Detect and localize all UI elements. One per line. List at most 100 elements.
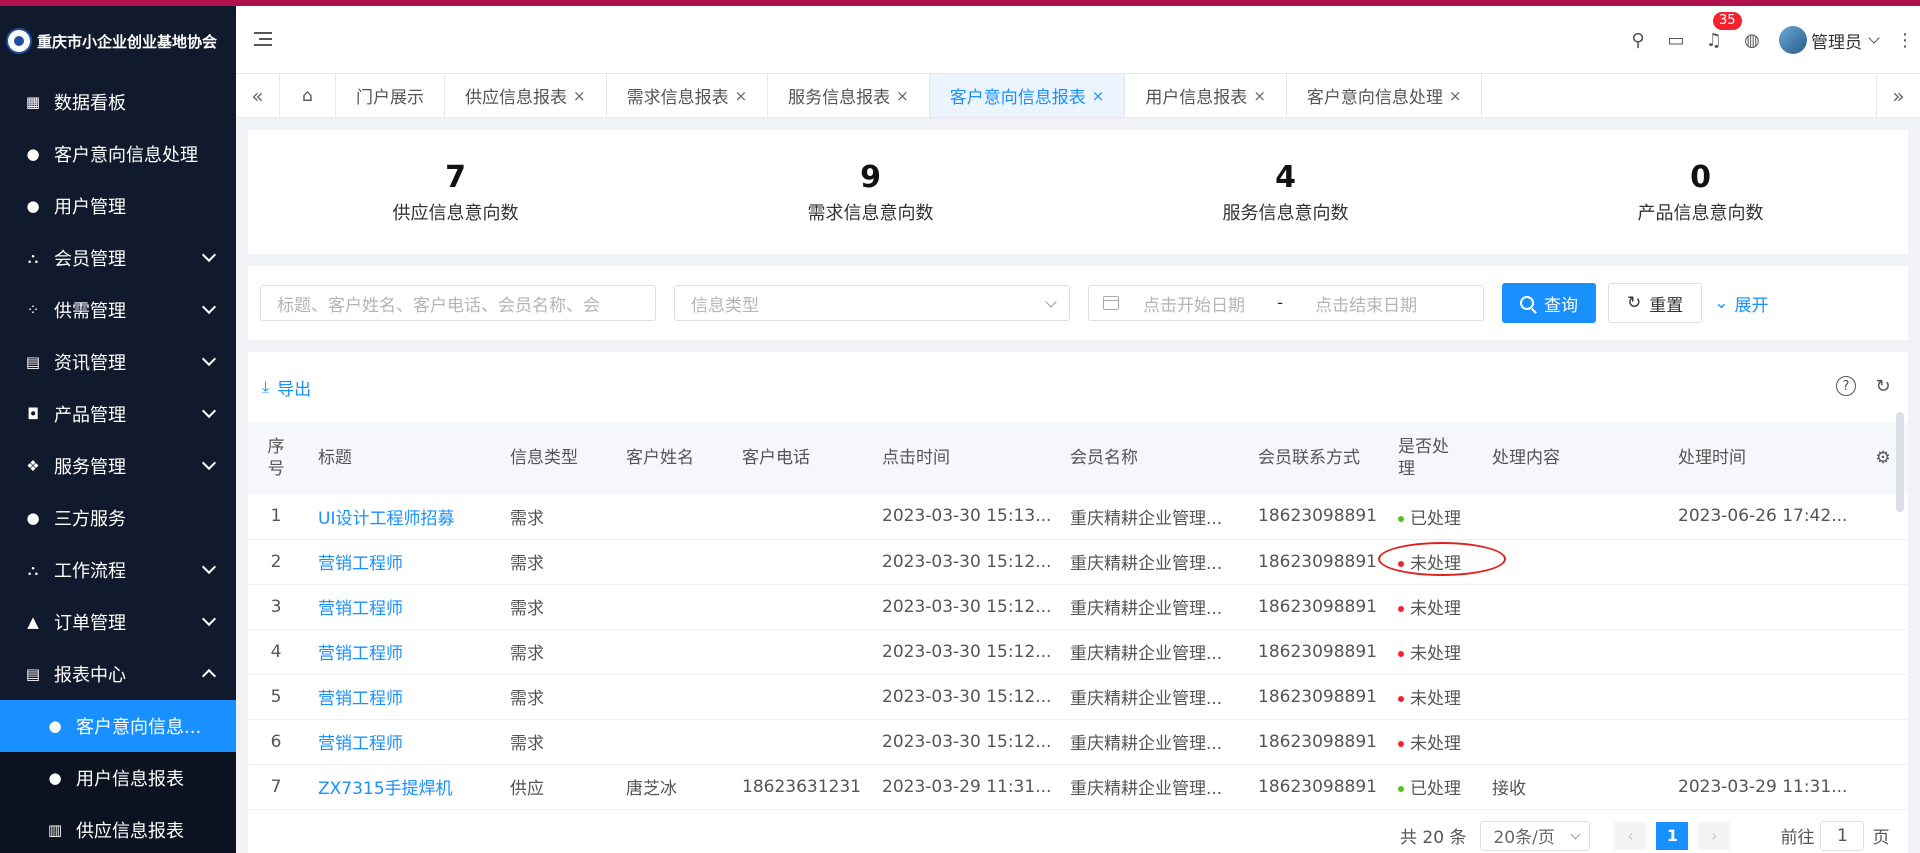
table-row[interactable]: 6 营销工程师 需求 2023-03-30 15:12... 重庆精耕企业管理... 18…: [248, 719, 1908, 765]
sidebar-item-workflow[interactable]: ⛬ 工作流程: [0, 544, 236, 596]
cell-spacer: [1858, 629, 1908, 675]
tabs-scroll-left-icon[interactable]: «: [236, 74, 280, 117]
cell-title[interactable]: ZX7315手提焊机: [304, 764, 496, 810]
sidebar-item-third-party[interactable]: ● 三方服务: [0, 492, 236, 544]
expand-button[interactable]: ⌄ 展开: [1708, 283, 1774, 323]
pagination: 共 20 条 20条/页 ‹ 1 › 前往 1 页: [1400, 818, 1920, 853]
next-page-button[interactable]: ›: [1698, 821, 1731, 850]
prev-page-button[interactable]: ‹: [1614, 821, 1647, 850]
tab-demand-report[interactable]: 需求信息报表 ×: [607, 74, 769, 117]
bell-icon[interactable]: ♫ 35: [1695, 11, 1742, 51]
message-icon[interactable]: ▭: [1657, 30, 1695, 51]
cell-title[interactable]: 营销工程师: [304, 539, 496, 585]
reset-button[interactable]: ↻ 重置: [1608, 283, 1703, 323]
date-separator: -: [1277, 293, 1284, 313]
tab-customer-intent-report[interactable]: 客户意向信息报表 ×: [929, 74, 1126, 117]
cell-title[interactable]: 营销工程师: [304, 584, 496, 630]
cell-mphone: 18623098891: [1244, 584, 1384, 630]
cell-title[interactable]: 营销工程师: [304, 674, 496, 720]
table-row[interactable]: 3 营销工程师 需求 2023-03-30 15:12... 重庆精耕企业管理... 18…: [248, 584, 1908, 630]
query-button[interactable]: 查询: [1502, 283, 1596, 323]
sidebar-item-supply-demand[interactable]: ⁘ 供需管理: [0, 284, 236, 336]
close-icon[interactable]: ×: [896, 87, 909, 105]
cell-idx: 7: [248, 764, 304, 810]
sidebar-item-users[interactable]: ● 用户管理: [0, 180, 236, 232]
sidebar-item-label: 订单管理: [54, 613, 126, 634]
status-text: 未处理: [1410, 644, 1461, 664]
more-vertical-icon[interactable]: ⋮: [1890, 30, 1920, 51]
stat-label: 需求信息意向数: [807, 202, 934, 224]
close-icon[interactable]: ×: [1253, 87, 1266, 105]
search-input[interactable]: 标题、客户姓名、客户电话、会员名称、会: [260, 285, 656, 321]
chevron-down-icon: [1045, 296, 1057, 308]
search-icon[interactable]: ⚲: [1619, 30, 1657, 51]
tab-supply-report[interactable]: 供应信息报表 ×: [445, 74, 607, 117]
username[interactable]: 管理员: [1811, 28, 1862, 53]
table-row[interactable]: 5 营销工程师 需求 2023-03-30 15:12... 重庆精耕企业管理... 18…: [248, 674, 1908, 720]
sidebar-item-label: 用户管理: [54, 197, 126, 218]
status-dot-icon: [1398, 651, 1404, 657]
page-size-select[interactable]: 20条/页: [1480, 820, 1591, 851]
date-range-picker[interactable]: 点击开始日期 - 点击结束日期: [1088, 285, 1484, 321]
tab-service-report[interactable]: 服务信息报表 ×: [768, 74, 930, 117]
export-button[interactable]: ⤓ 导出: [262, 375, 311, 400]
sidebar-item-orders[interactable]: ▲ 订单管理: [0, 596, 236, 648]
close-icon[interactable]: ×: [735, 87, 748, 105]
column-header: 处理时间: [1664, 422, 1858, 494]
vertical-scrollbar[interactable]: [1896, 412, 1904, 512]
cell-click-time: 2023-03-30 15:12...: [868, 584, 1056, 630]
sidebar-item-dashboard[interactable]: ▦ 数据看板: [0, 76, 236, 128]
cell-idx: 3: [248, 584, 304, 630]
cell-title[interactable]: 营销工程师: [304, 719, 496, 765]
goto-label: 前往: [1780, 828, 1815, 848]
brand-logo[interactable]: 重庆市小企业创业基地协会: [0, 6, 236, 76]
sidebar-subitem-user-report[interactable]: ● 用户信息报表: [0, 752, 236, 804]
cell-cname: [612, 494, 728, 540]
table-row[interactable]: 7 ZX7315手提焊机 供应 唐芝冰 18623631231 2023-03-29 11…: [248, 764, 1908, 810]
table-row[interactable]: 1 UI设计工程师招募 需求 2023-03-30 15:13... 重庆精耕企业管理.…: [248, 494, 1908, 540]
column-header: 是否处理: [1384, 422, 1478, 494]
sidebar-item-members[interactable]: ⛬ 会员管理: [0, 232, 236, 284]
close-icon[interactable]: ×: [573, 87, 586, 105]
close-icon[interactable]: ×: [1092, 87, 1105, 105]
cell-title[interactable]: 营销工程师: [304, 629, 496, 675]
sidebar-item-customer-intent[interactable]: ● 客户意向信息处理: [0, 128, 236, 180]
sidebar-item-services[interactable]: ❖ 服务管理: [0, 440, 236, 492]
cell-status: 已处理: [1384, 494, 1478, 540]
cell-member: 重庆精耕企业管理...: [1056, 494, 1244, 540]
status-dot-icon: [1398, 606, 1404, 612]
info-type-select[interactable]: 信息类型: [674, 285, 1070, 321]
help-icon[interactable]: ?: [1836, 376, 1856, 396]
page-number-current[interactable]: 1: [1656, 821, 1689, 850]
tab-label: 客户意向信息处理: [1306, 88, 1443, 108]
tab-home[interactable]: ⌂: [280, 74, 336, 117]
cell-member: 重庆精耕企业管理...: [1056, 674, 1244, 720]
globe-icon[interactable]: ◍: [1733, 30, 1771, 51]
chevron-down-icon[interactable]: [1868, 32, 1880, 44]
tab-customer-intent-handling[interactable]: 客户意向信息处理 ×: [1287, 74, 1483, 117]
start-date-placeholder[interactable]: 点击开始日期: [1143, 291, 1245, 316]
avatar[interactable]: [1779, 26, 1807, 54]
sidebar-item-products[interactable]: ◘ 产品管理: [0, 388, 236, 440]
tabs-scroll-right-icon[interactable]: »: [1876, 74, 1920, 117]
cell-spacer: [1858, 584, 1908, 630]
cell-title[interactable]: UI设计工程师招募: [304, 494, 496, 540]
sidebar-subitem-customer-intent-report[interactable]: ● 客户意向信息...: [0, 700, 236, 752]
refresh-icon[interactable]: ↻: [1866, 376, 1900, 397]
close-icon[interactable]: ×: [1449, 87, 1462, 105]
sidebar-subitem-supply-report[interactable]: ▥ 供应信息报表: [0, 804, 236, 853]
tab-user-report[interactable]: 用户信息报表 ×: [1125, 74, 1287, 117]
table-row[interactable]: 2 营销工程师 需求 2023-03-30 15:12... 重庆精耕企业管理... 18…: [248, 539, 1908, 585]
tab-portal[interactable]: 门户展示: [336, 74, 445, 117]
triangle-icon: ▲: [27, 613, 39, 631]
end-date-placeholder[interactable]: 点击结束日期: [1315, 291, 1417, 316]
menu-toggle-icon[interactable]: [254, 32, 272, 46]
goto-page-input[interactable]: 1: [1820, 820, 1865, 851]
table-row[interactable]: 4 营销工程师 需求 2023-03-30 15:12... 重庆精耕企业管理... 18…: [248, 629, 1908, 675]
sidebar-item-news[interactable]: ▤ 资讯管理: [0, 336, 236, 388]
cell-click-time: 2023-03-30 15:12...: [868, 629, 1056, 675]
sidebar-item-reports[interactable]: ▤ 报表中心: [0, 648, 236, 700]
gear-icon[interactable]: ⚙: [1875, 448, 1890, 468]
stat-service: 4 服务信息意向数: [1078, 130, 1493, 254]
stat-label: 服务信息意向数: [1222, 202, 1349, 224]
